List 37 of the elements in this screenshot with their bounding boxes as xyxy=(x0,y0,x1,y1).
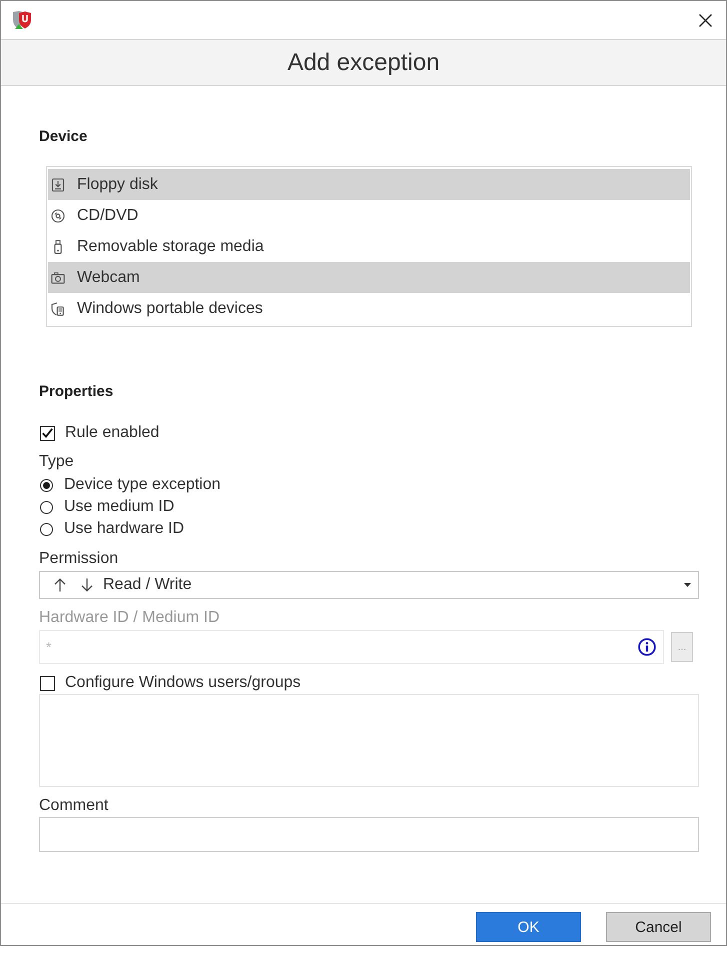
device-list-item[interactable]: Removable storage media xyxy=(48,231,690,262)
device-list-item[interactable]: CD/DVD xyxy=(48,200,690,231)
cancel-button[interactable]: Cancel xyxy=(606,912,711,942)
shield-device-icon xyxy=(51,302,65,316)
checkbox[interactable] xyxy=(40,426,55,440)
arrow-down-icon xyxy=(81,578,93,592)
device-list-item[interactable]: Webcam xyxy=(48,262,690,293)
tick-icon xyxy=(42,428,53,438)
caret-icon xyxy=(684,583,691,587)
section-label: Device xyxy=(39,127,88,147)
section-label: Properties xyxy=(39,382,114,402)
radio-button[interactable] xyxy=(40,500,53,514)
field-label: Comment xyxy=(39,796,108,816)
camera-icon xyxy=(51,270,65,284)
checkbox-label[interactable]: Rule enabled xyxy=(65,423,160,443)
radio-label[interactable]: Use medium ID xyxy=(64,497,174,517)
download-box-icon xyxy=(51,178,65,192)
permission-dropdown[interactable]: Read / Write xyxy=(39,571,699,599)
comment-field[interactable] xyxy=(39,817,699,852)
checkbox-label[interactable]: Configure Windows users/groups xyxy=(65,673,301,693)
radio-label[interactable]: Device type exception xyxy=(64,475,221,495)
shield-icon xyxy=(12,10,32,30)
radio-button[interactable] xyxy=(40,522,53,536)
field-label: Hardware ID / Medium ID xyxy=(39,608,220,628)
info-icon[interactable] xyxy=(638,638,656,656)
radio-button[interactable] xyxy=(40,478,53,492)
radio-label[interactable]: Use hardware ID xyxy=(64,519,184,539)
ok-button[interactable]: OK xyxy=(476,912,581,942)
device-list-item[interactable]: Floppy disk xyxy=(48,169,690,200)
checkbox[interactable] xyxy=(40,676,55,690)
dialog-title: Add exception xyxy=(287,48,440,76)
field-label: Permission xyxy=(39,549,118,569)
arrow-up-icon xyxy=(54,578,66,592)
close-icon xyxy=(699,14,712,26)
field-label: Type xyxy=(39,452,74,472)
disc-icon xyxy=(51,208,65,222)
device-list-item[interactable]: Windows portable devices xyxy=(48,293,690,324)
